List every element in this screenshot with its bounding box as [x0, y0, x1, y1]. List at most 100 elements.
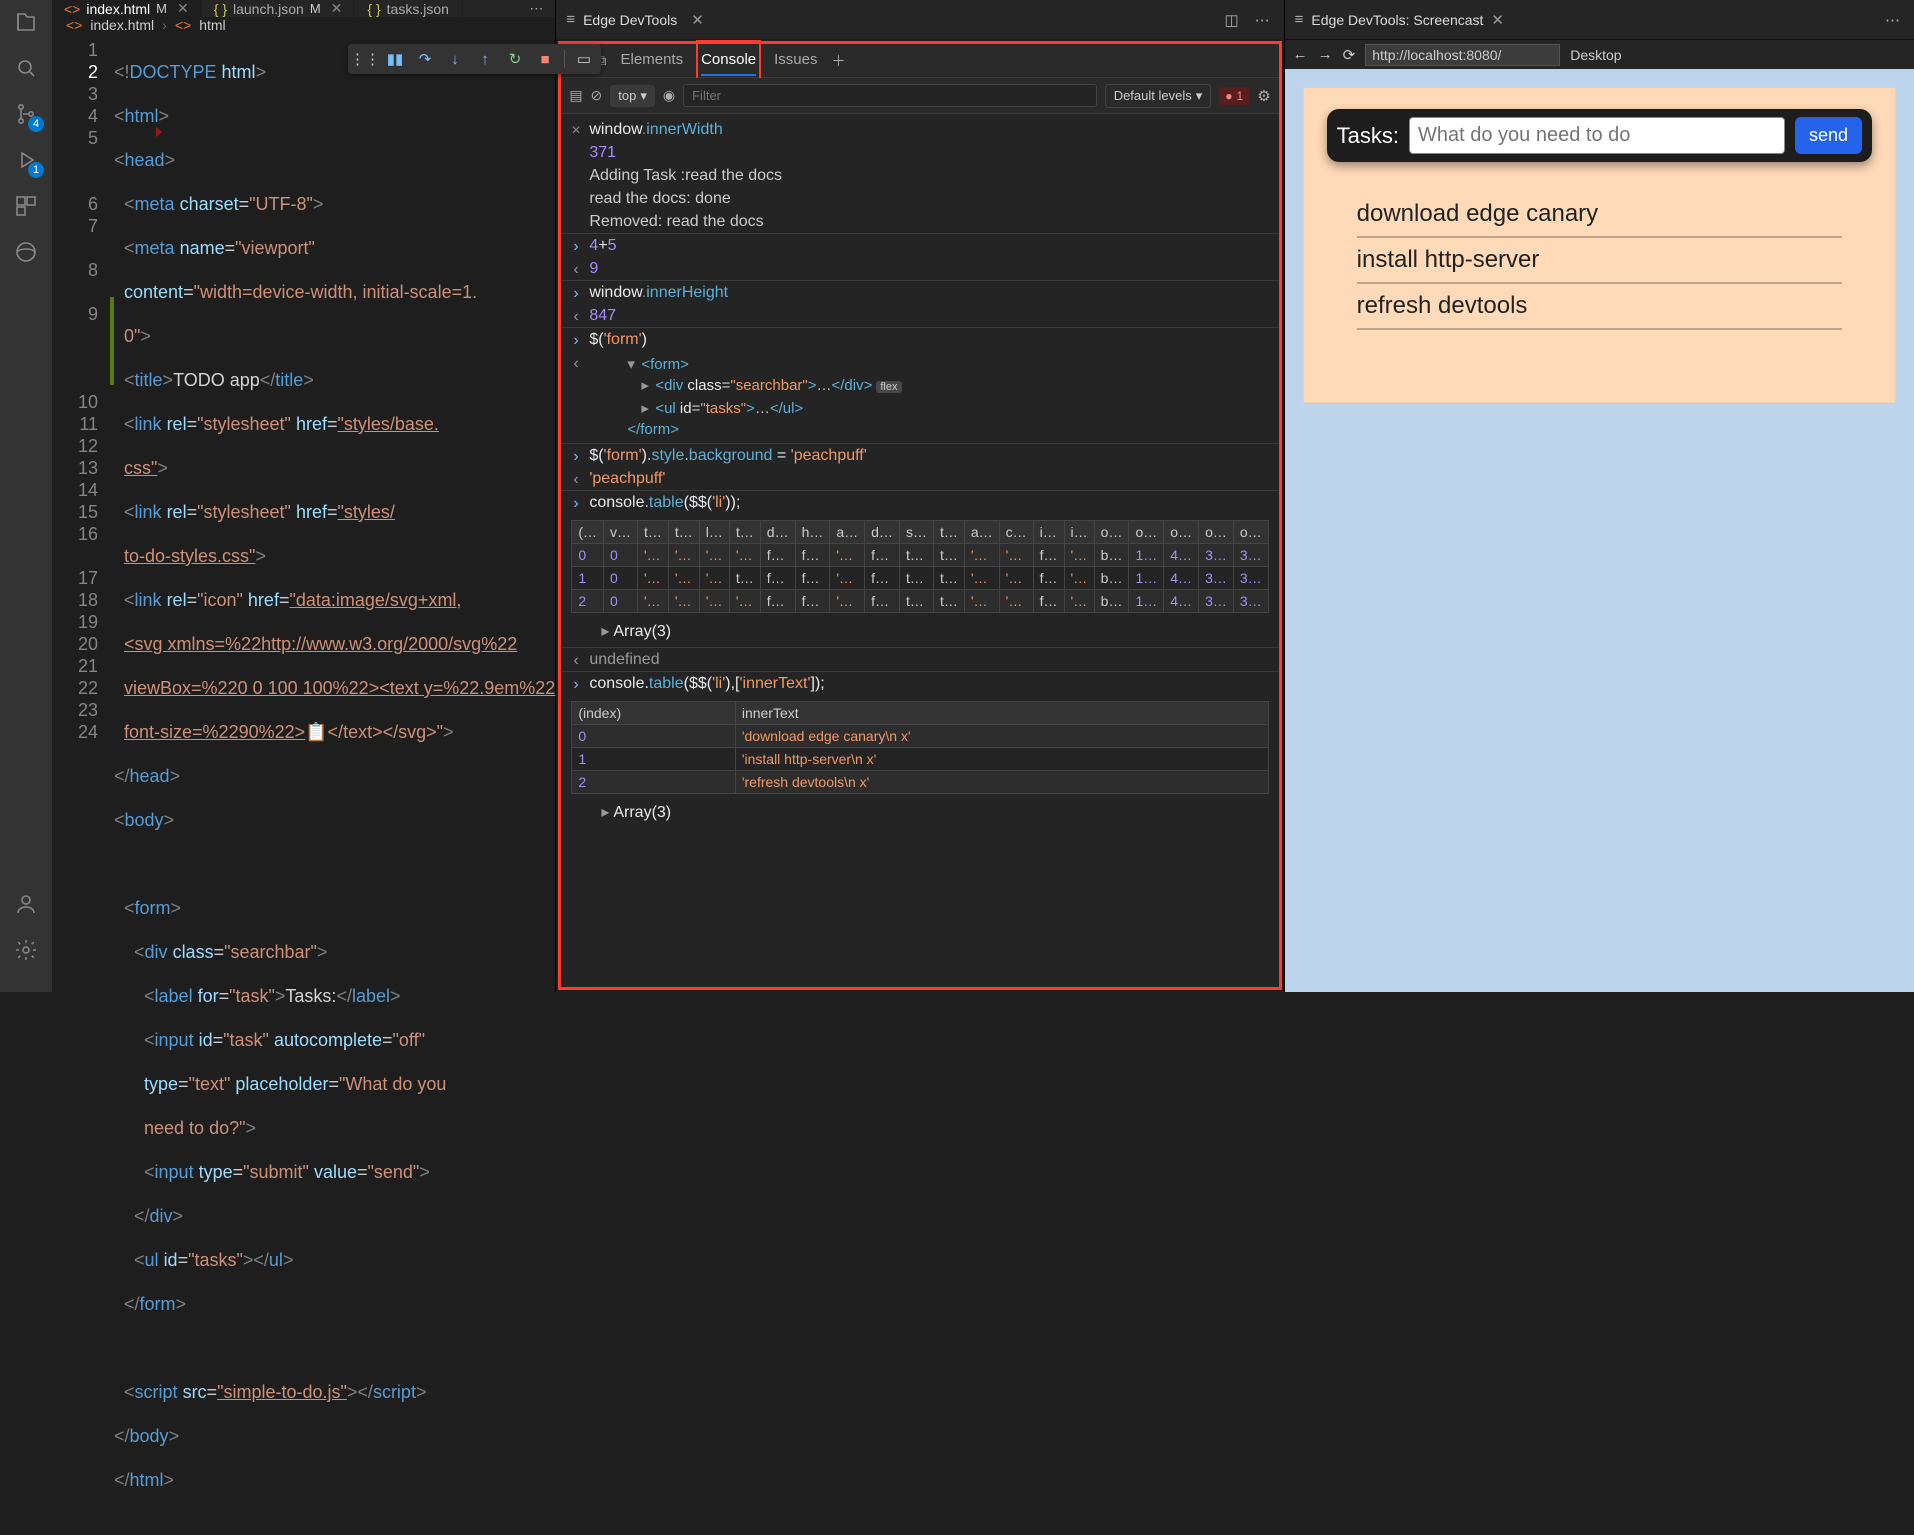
device-mode[interactable]: Desktop: [1570, 47, 1621, 63]
chevron-down-icon: ▾: [640, 88, 647, 104]
filter-input[interactable]: [683, 84, 1097, 107]
debug-badge: 1: [28, 162, 44, 178]
log-levels[interactable]: Default levels ▾: [1105, 84, 1212, 108]
inspect-icon[interactable]: ▭: [573, 48, 595, 70]
screencast-panel: ≡ Edge DevTools: Screencast ✕ ⋯ ← → ⟳ De…: [1284, 0, 1914, 992]
array-summary[interactable]: ▸Array(3): [561, 800, 1278, 828]
list-item[interactable]: install http-server: [1357, 238, 1842, 284]
more-icon[interactable]: ⋯: [529, 0, 543, 17]
chevron-left-icon: ‹: [573, 469, 578, 490]
console-log: Adding Task :read the docs: [561, 164, 1278, 187]
dom-tree[interactable]: ▾<form> ▸<div class="searchbar">…</div>f…: [589, 352, 1270, 442]
line-numbers: 12345 67 8 9 10111213141516 171819202122…: [52, 33, 110, 1535]
chevron-right-icon: ›: [573, 674, 578, 695]
screencast-viewport[interactable]: Tasks: download edge canary install http…: [1285, 69, 1914, 992]
tab-modified: M: [310, 1, 321, 16]
breadcrumb[interactable]: <> index.html › <> html: [52, 17, 555, 33]
tab-launch-json[interactable]: { } launch.json M ✕: [202, 0, 356, 17]
console-log: read the docs: done: [561, 187, 1278, 210]
search-icon[interactable]: [12, 54, 40, 82]
split-icon[interactable]: ◫: [1220, 11, 1242, 29]
chevron-left-icon: ‹: [573, 259, 578, 280]
screencast-title: Edge DevTools: Screencast: [1311, 12, 1483, 28]
tab-overflow[interactable]: ⋯: [462, 0, 555, 17]
extensions-icon[interactable]: [12, 192, 40, 220]
task-input[interactable]: [1409, 117, 1785, 154]
chevron-left-icon: ‹: [573, 353, 578, 374]
breadcrumb-file[interactable]: index.html: [90, 17, 154, 33]
console-value: 371: [589, 144, 616, 161]
chevron-right-icon: ›: [573, 446, 578, 467]
context-selector[interactable]: top ▾: [610, 85, 655, 107]
tab-modified: M: [156, 1, 167, 16]
settings-icon[interactable]: [12, 936, 40, 964]
todo-app: Tasks: download edge canary install http…: [1303, 87, 1896, 403]
clear-console-icon[interactable]: ⊘: [591, 87, 603, 104]
close-icon[interactable]: ✕: [331, 0, 343, 17]
back-icon[interactable]: ←: [1293, 46, 1308, 63]
list-icon: ≡: [566, 11, 575, 28]
table-row: 0'download edge canary\n x': [572, 725, 1268, 748]
tab-tasks-json[interactable]: { } tasks.json: [355, 0, 462, 17]
close-icon[interactable]: ✕: [691, 11, 704, 29]
chevron-left-icon: ‹: [573, 306, 578, 327]
send-button[interactable]: [1795, 117, 1862, 154]
close-icon[interactable]: ×: [571, 120, 580, 141]
devtools-nav: Elements Console Issues: [621, 45, 818, 76]
editor-tabs: <> index.html M ✕ { } launch.json M ✕ { …: [52, 0, 555, 17]
console-table-2: (index)innerText 0'download edge canary\…: [571, 701, 1268, 794]
url-input[interactable]: [1365, 44, 1560, 66]
forward-icon[interactable]: →: [1318, 46, 1333, 63]
flex-badge[interactable]: flex: [876, 381, 901, 393]
debug-icon[interactable]: 1: [12, 146, 40, 174]
code-content[interactable]: <!DOCTYPE html> <html> <head> <meta char…: [114, 33, 555, 1535]
close-icon[interactable]: ✕: [1491, 11, 1504, 29]
console-table-1: (…v…t…t…l…t…d…h…a…d…s…t…a…c…i…i…o…o…o…o……: [571, 520, 1268, 613]
list-item[interactable]: download edge canary: [1357, 192, 1842, 238]
gear-icon[interactable]: ⚙: [1257, 87, 1270, 105]
tab-label: index.html: [86, 1, 150, 17]
console-value: undefined: [589, 651, 659, 668]
tasks-label: Tasks:: [1337, 123, 1399, 149]
live-expression-icon[interactable]: ◉: [663, 87, 675, 104]
tab-label: launch.json: [233, 1, 304, 17]
chevron-right-icon: ›: [162, 17, 167, 33]
close-icon[interactable]: ✕: [177, 0, 189, 17]
tab-label: tasks.json: [387, 1, 449, 17]
add-tab-icon[interactable]: ＋: [831, 51, 845, 71]
error-count[interactable]: ● 1: [1219, 87, 1249, 105]
more-icon[interactable]: ⋯: [1251, 11, 1274, 29]
table-row: 2'refresh devtools\n x': [572, 771, 1268, 794]
chevron-down-icon: ▾: [1196, 88, 1203, 104]
console-log: Removed: read the docs: [561, 210, 1278, 233]
more-icon[interactable]: ⋯: [1881, 11, 1904, 29]
chevron-right-icon: ›: [573, 283, 578, 304]
source-control-icon[interactable]: 4: [12, 100, 40, 128]
json-file-icon: { }: [214, 1, 227, 17]
reload-icon[interactable]: ⟳: [1343, 46, 1356, 64]
account-icon[interactable]: [12, 890, 40, 918]
tab-issues[interactable]: Issues: [774, 45, 817, 76]
code-editor[interactable]: 12345 67 8 9 10111213141516 171819202122…: [52, 33, 555, 1535]
tab-index-html[interactable]: <> index.html M ✕: [52, 0, 202, 17]
list-item[interactable]: refresh devtools: [1357, 284, 1842, 330]
devtools-panel: ≡ Edge DevTools ✕ ◫ ⋯ ▭ ⧉ Elements Conso…: [555, 0, 1283, 992]
html-file-icon: <>: [66, 17, 82, 33]
tab-console[interactable]: Console: [701, 45, 756, 76]
console-output[interactable]: ×window.innerWidth 371 Adding Task :read…: [561, 114, 1278, 987]
explorer-icon[interactable]: [12, 8, 40, 36]
task-list: download edge canary install http-server…: [1327, 192, 1872, 330]
chevron-right-icon: ›: [573, 330, 578, 351]
array-summary[interactable]: ▸Array(3): [561, 619, 1278, 647]
searchbar: Tasks:: [1327, 109, 1872, 162]
html-file-icon: <>: [64, 1, 80, 17]
edge-icon[interactable]: [12, 238, 40, 266]
tab-elements[interactable]: Elements: [621, 45, 684, 76]
devtools-toolbar: ▭ ⧉ Elements Console Issues ＋: [561, 44, 1278, 78]
sidebar-toggle-icon[interactable]: ▤: [569, 87, 582, 104]
activity-bar: 4 1: [0, 0, 52, 992]
json-file-icon: { }: [367, 1, 380, 17]
breadcrumb-elem[interactable]: html: [199, 17, 225, 33]
console-value: 9: [589, 260, 598, 277]
devtools-title: Edge DevTools: [583, 12, 677, 28]
